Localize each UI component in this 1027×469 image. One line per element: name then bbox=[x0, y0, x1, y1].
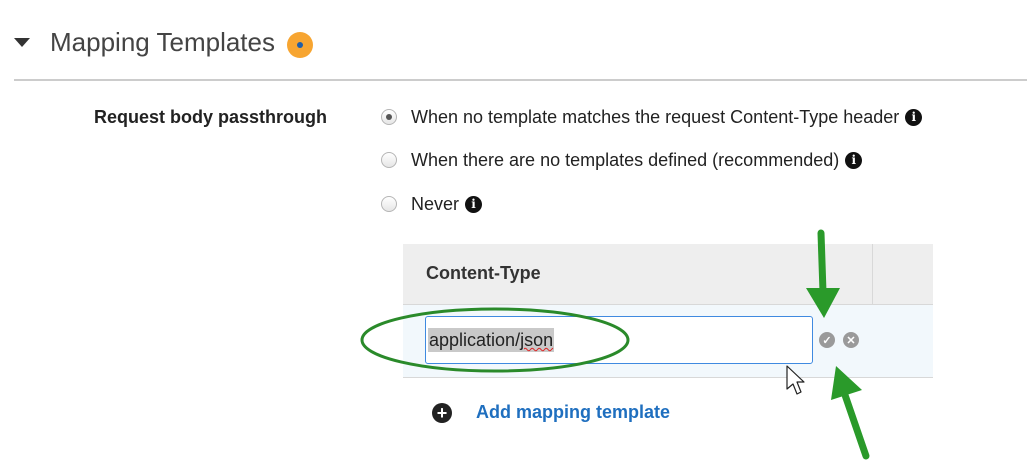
plus-circle-icon[interactable]: + bbox=[432, 402, 452, 423]
table-header: Content-Type bbox=[403, 244, 933, 305]
radio-label: When there are no templates defined (rec… bbox=[411, 149, 840, 170]
request-body-passthrough-label: Request body passthrough bbox=[94, 107, 328, 127]
cancel-x-icon[interactable]: ✕ bbox=[843, 332, 859, 348]
confirm-check-icon[interactable]: ✓ bbox=[819, 332, 835, 348]
content-type-input[interactable]: application/json bbox=[425, 316, 813, 364]
radio-label: When no template matches the request Con… bbox=[411, 106, 900, 127]
add-mapping-template-row[interactable]: + Add mapping template bbox=[432, 402, 670, 423]
info-icon[interactable]: i bbox=[465, 195, 483, 213]
status-indicator-icon bbox=[287, 32, 313, 58]
add-mapping-template-link[interactable]: Add mapping template bbox=[476, 402, 670, 423]
section-title: Mapping Templates bbox=[50, 27, 275, 57]
content-type-column-header: Content-Type bbox=[426, 263, 541, 283]
passthrough-option-when-no-match[interactable]: When no template matches the request Con… bbox=[381, 105, 923, 129]
radio-never[interactable] bbox=[381, 196, 397, 212]
radio-label: Never bbox=[411, 193, 460, 214]
section-divider bbox=[14, 79, 1027, 81]
radio-when-no-match[interactable] bbox=[381, 109, 397, 125]
content-type-input-value: application/json bbox=[428, 328, 555, 352]
content-type-table: Content-Type application/json ✓ ✕ bbox=[403, 244, 933, 378]
column-separator bbox=[872, 244, 873, 304]
annotation-arrow-up bbox=[831, 366, 870, 460]
mapping-templates-section-header[interactable]: Mapping Templates bbox=[0, 0, 1027, 80]
passthrough-option-never[interactable]: Never i bbox=[381, 192, 483, 216]
radio-when-no-templates[interactable] bbox=[381, 152, 397, 168]
table-row: application/json ✓ ✕ bbox=[403, 305, 933, 378]
collapse-caret-icon[interactable] bbox=[14, 38, 30, 47]
info-icon[interactable]: i bbox=[905, 108, 923, 126]
passthrough-option-when-no-templates[interactable]: When there are no templates defined (rec… bbox=[381, 148, 863, 172]
info-icon[interactable]: i bbox=[845, 151, 863, 169]
spellcheck-underline: json bbox=[520, 330, 554, 350]
